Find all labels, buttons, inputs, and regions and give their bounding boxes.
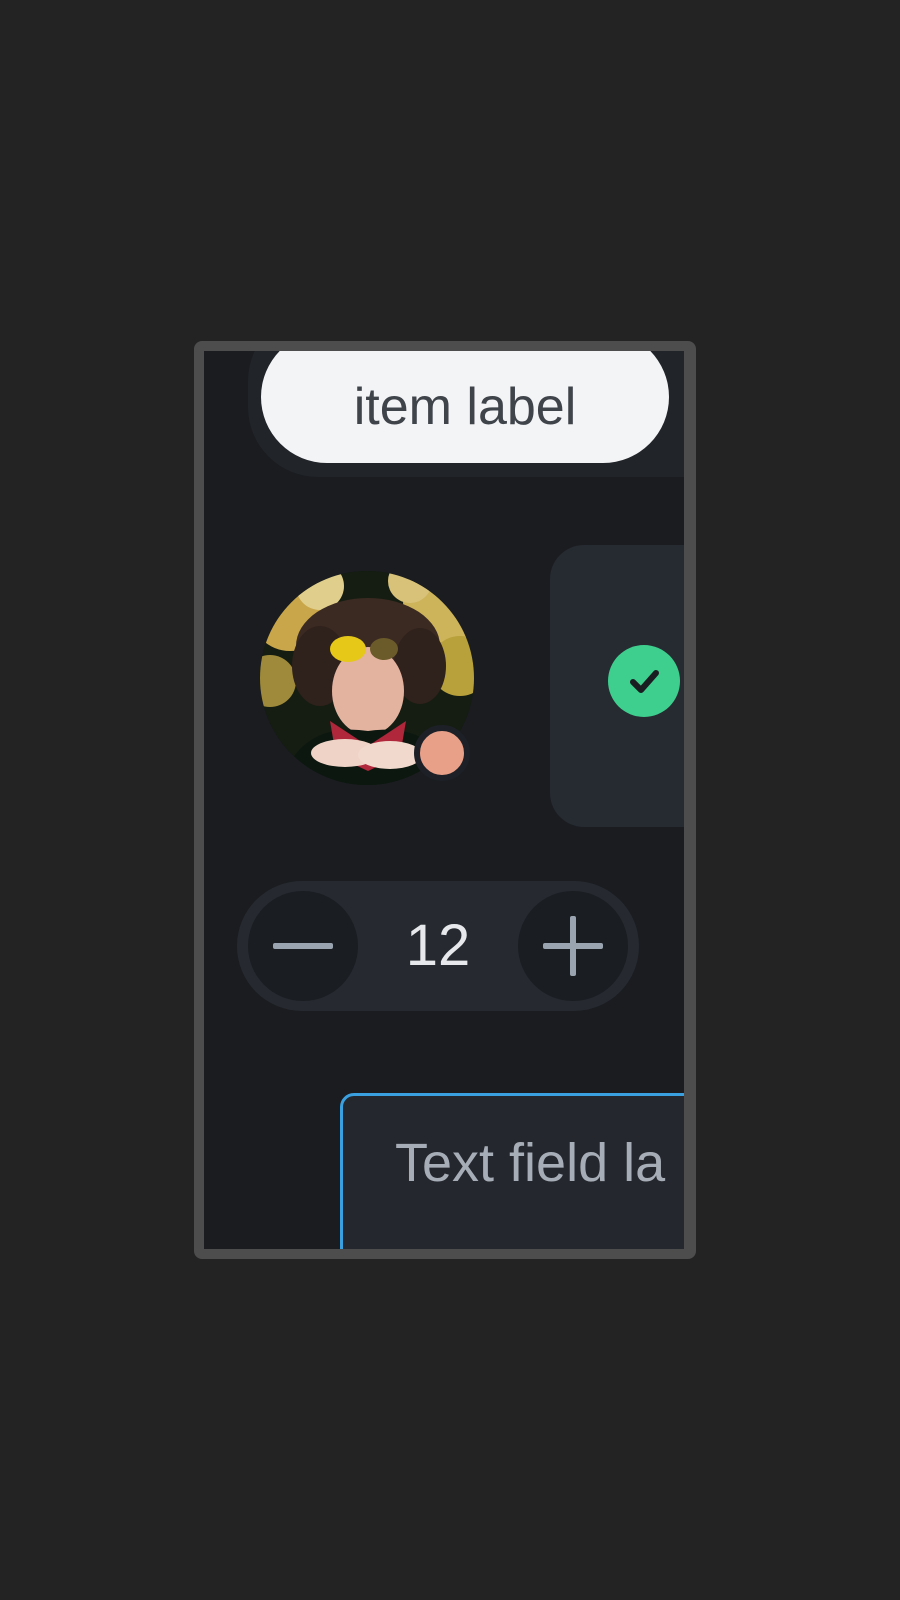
success-card[interactable] [550, 545, 684, 827]
preview-viewport[interactable]: item label 12 Text field la [204, 351, 684, 1249]
item-chip[interactable]: item label [261, 351, 669, 463]
chip-label: item label [353, 378, 577, 436]
check-circle-icon [608, 645, 680, 717]
component-preview-frame: item label 12 Text field la [194, 341, 696, 1259]
quantity-stepper: 12 [237, 881, 639, 1011]
minus-icon [273, 943, 333, 949]
stepper-value: 12 [405, 913, 471, 978]
text-field-label: Text field la [395, 1133, 666, 1193]
plus-icon [543, 916, 603, 976]
decrement-button[interactable] [248, 891, 358, 1001]
text-field[interactable]: Text field la [340, 1093, 684, 1249]
online-status-dot [414, 725, 470, 781]
increment-button[interactable] [518, 891, 628, 1001]
